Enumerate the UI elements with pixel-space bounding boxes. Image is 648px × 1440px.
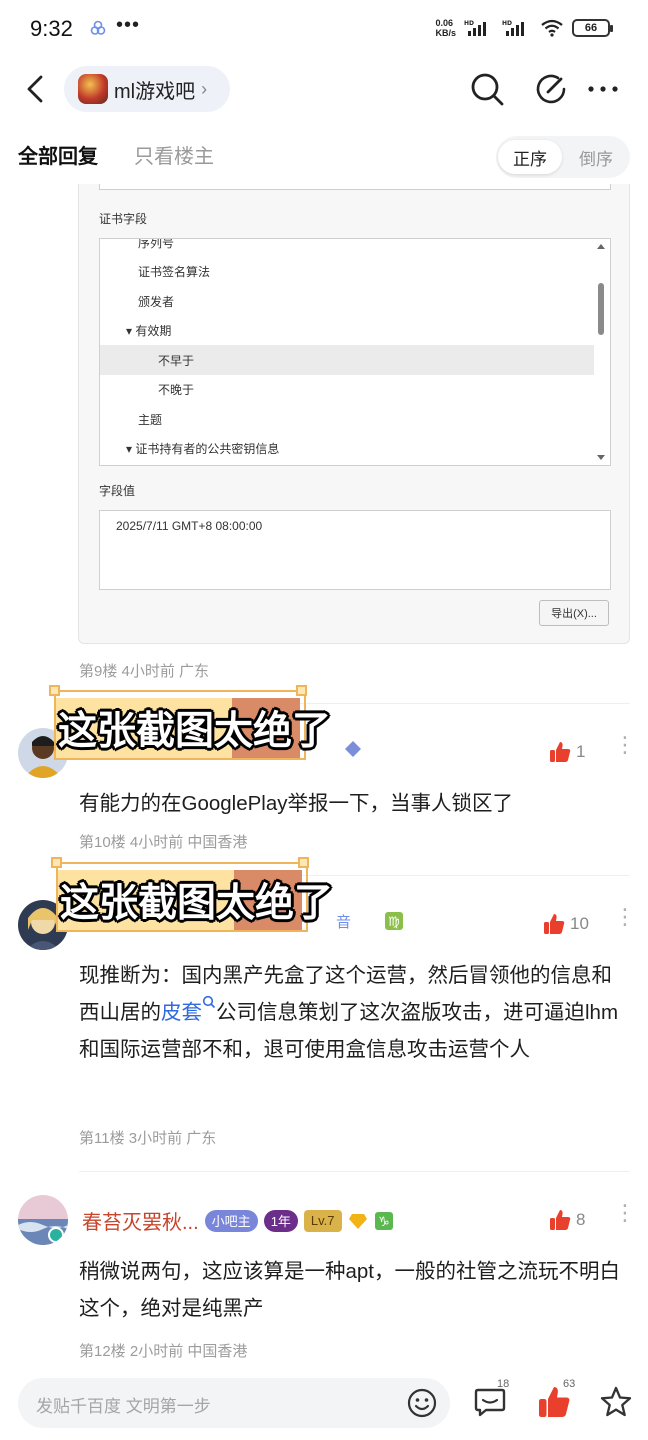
cert-field-label: ▾ 有效期 [126, 324, 172, 338]
chevron-right-icon: › [201, 78, 208, 99]
search-link-icon [202, 996, 216, 1009]
svg-text:HD: HD [464, 20, 474, 27]
reply-placeholder: 发贴千百度 文明第一步 [36, 1397, 211, 1416]
cert-value-box: 2025/7/11 GMT+8 08:00:00 [99, 510, 611, 590]
sort-ascending-button[interactable]: 正序 [498, 140, 562, 174]
cert-field-label: 颁发者 [138, 294, 175, 309]
tab-all-replies[interactable]: 全部回复 [18, 140, 98, 169]
floor-10-meta: 第10楼 4小时前 中国香港 [79, 834, 248, 851]
sort-order-toggle: 正序 倒序 [496, 136, 630, 178]
comment-text: 有能力的在GooglePlay举报一下，当事人锁区了 [79, 792, 513, 815]
cert-field-row[interactable]: 证书签名算法 [100, 257, 594, 287]
cert-field-row[interactable]: 颁发者 [100, 286, 594, 316]
sticker-overlay[interactable]: 这张截图太绝了 [49, 685, 331, 760]
member-year-badge: 1年 [263, 1209, 298, 1232]
cert-fields-list[interactable]: 序列号证书签名算法 颁发者 ▾ 有效期不早于不晚于主题 ▾ 证书持有者的公共密钥信息 [99, 238, 611, 466]
cert-scrollbar[interactable] [594, 241, 608, 463]
emoji-icon[interactable] [406, 1387, 438, 1419]
cert-field-row[interactable]: 不晚于 [100, 375, 594, 405]
signal-icon-2: HD [502, 20, 524, 36]
cert-field-label: 主题 [138, 412, 163, 427]
cert-field-label: 序列号 [138, 238, 175, 250]
cert-field-row[interactable]: ▾ 证书持有者的公共密钥信息 [100, 434, 594, 464]
cert-value-text: 2025/7/11 GMT+8 08:00:00 [116, 519, 263, 533]
thumbs-up-icon [550, 1210, 571, 1230]
cert-field-row[interactable]: ▾ 有效期 [100, 316, 594, 346]
status-bar: 9:32 ••• 0.06 KB/s HD HD 66 [0, 0, 648, 60]
comment-text: 现推断为：国内黑产先盒了这个运营，然后冒领他的信息和西山居的皮套 公司信息策划了这… [79, 957, 630, 1068]
forum-entry-button[interactable]: ml游戏吧 › [64, 66, 230, 112]
svg-text:♑: ♑ [378, 1215, 390, 1230]
status-more-dots: ••• [116, 14, 141, 36]
comment-count: 18 [497, 1378, 510, 1390]
cert-fields-label: 证书字段 [99, 212, 148, 226]
like-count: 8 [576, 1210, 586, 1229]
comment-more-icon[interactable]: ⋮ [614, 906, 636, 928]
thumbs-up-icon [550, 742, 571, 762]
svg-text:♍: ♍ [388, 915, 400, 930]
like-count: 1 [576, 742, 586, 761]
net-speed: 0.06 KB/s [435, 18, 456, 38]
cert-field-label: ▾ 证书持有者的公共密钥信息 [126, 442, 280, 456]
like-count: 10 [570, 914, 589, 933]
sort-descending-button[interactable]: 倒序 [564, 140, 628, 174]
svg-text:HD: HD [502, 20, 512, 27]
wifi-icon [541, 19, 563, 37]
gem-badge-icon [348, 1213, 367, 1229]
edit-post-icon[interactable] [532, 70, 570, 108]
floor-11-meta: 第11楼 3小时前 广东 [79, 1130, 217, 1147]
partial-username-tail: 音 [336, 914, 352, 931]
search-link[interactable]: 皮套 [161, 996, 216, 1024]
cert-field-label: 证书签名算法 [138, 265, 211, 279]
cert-field-label: 不晚于 [158, 383, 195, 397]
like-button[interactable]: 8 [548, 1208, 585, 1232]
user-badge-icon [345, 741, 361, 757]
search-icon[interactable] [468, 70, 506, 108]
comment-more-icon[interactable]: ⋮ [614, 734, 636, 756]
like-button[interactable]: 1 [548, 740, 585, 764]
star-favorite-icon[interactable] [598, 1384, 634, 1420]
user-info-row: 春苔灭罢秋... 小吧主 1年 Lv.7 ♑ [82, 1206, 394, 1235]
bottom-action-bar: 发贴千百度 文明第一步 18 63 [0, 1368, 648, 1440]
thumbs-up-icon [544, 914, 565, 934]
divider [79, 1171, 630, 1172]
moderator-badge: 小吧主 [204, 1209, 258, 1232]
reply-tabs: 全部回复 只看楼主 正序 倒序 [0, 128, 648, 184]
zodiac-badge-icon: ♑ [374, 1211, 393, 1230]
top-nav: ml游戏吧 › [0, 60, 648, 120]
cert-export-button[interactable]: 导出(X)... [539, 600, 609, 626]
forum-name: ml游戏吧 [114, 80, 196, 103]
cert-cutoff-box [99, 184, 611, 190]
back-arrow-icon[interactable] [24, 74, 46, 104]
floor-12-meta: 第12楼 2小时前 中国香港 [79, 1343, 248, 1360]
app-notification-icon [90, 20, 106, 35]
cert-field-row[interactable]: 主题 [100, 404, 594, 434]
reply-input[interactable]: 发贴千百度 文明第一步 [18, 1378, 450, 1428]
status-time: 9:32 [30, 16, 73, 41]
signal-icon: HD [464, 20, 486, 36]
level-badge: Lv.7 [303, 1209, 342, 1232]
more-options-icon[interactable] [584, 70, 622, 108]
post-image-certificate[interactable]: 证书字段 序列号证书签名算法 颁发者 ▾ 有效期不早于不晚于主题 ▾ 证书持有者的公共… [78, 184, 630, 644]
cert-field-row[interactable]: 不早于 [100, 345, 594, 375]
forum-avatar [78, 74, 108, 104]
username[interactable]: 春苔灭罢秋... [82, 1206, 199, 1235]
sticker-overlay[interactable]: 这张截图太绝了 [51, 857, 333, 932]
tab-op-only[interactable]: 只看楼主 [134, 140, 214, 169]
zodiac-badge-icon: ♍ [385, 912, 403, 930]
comment-more-icon[interactable]: ⋮ [614, 1202, 636, 1224]
post-like-count: 63 [563, 1378, 576, 1390]
battery-indicator: 66 [572, 19, 613, 37]
status-right-group: 0.06 KB/s HD HD 66 [435, 18, 613, 38]
comment-text: 稍微说两句，这应该算是一种apt，一般的社管之流玩不明白这个，绝对是纯黑产 [79, 1260, 620, 1320]
sticker-text: 这张截图太绝了 [60, 882, 334, 925]
cert-field-row[interactable]: 序列号 [100, 238, 594, 257]
cert-value-label: 字段值 [99, 484, 136, 498]
avatar[interactable] [18, 1195, 68, 1245]
sticker-text: 这张截图太绝了 [58, 710, 332, 753]
floor-9-meta: 第9楼 4小时前 广东 [79, 663, 210, 680]
like-button[interactable]: 10 [542, 912, 589, 936]
cert-field-label: 不早于 [158, 353, 195, 368]
